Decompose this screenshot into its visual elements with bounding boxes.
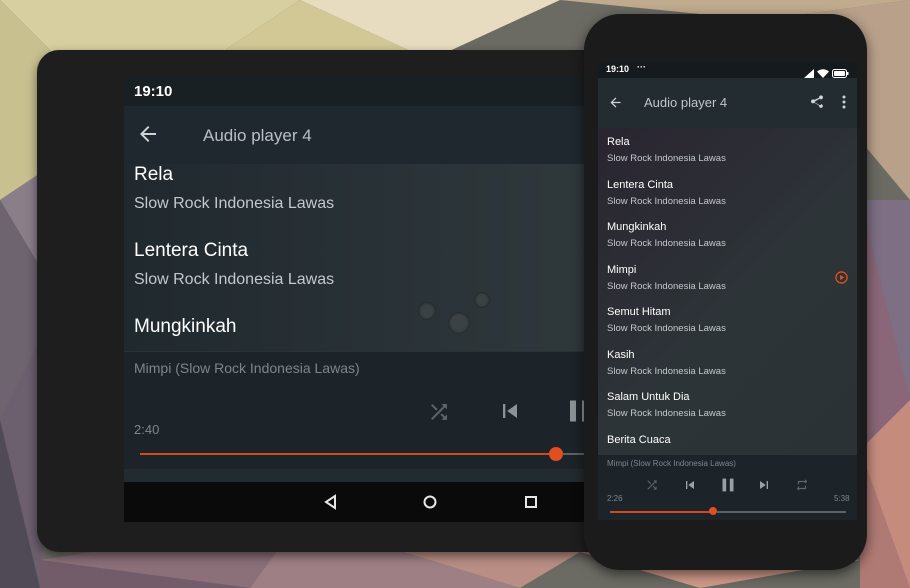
seek-bar-remaining[interactable] <box>717 511 846 513</box>
skip-previous-icon[interactable] <box>496 397 524 430</box>
elapsed-time: 2:26 <box>607 494 623 503</box>
song-artist: Slow Rock Indonesia Lawas <box>607 153 726 164</box>
phone-song-list[interactable]: Rela Slow Rock Indonesia Lawas Lentera C… <box>598 128 857 454</box>
phone-screen: 19:10 ··· Audio player 4 Rela Slow Rock … <box>598 62 857 520</box>
song-artist: Slow Rock Indonesia Lawas <box>134 195 335 212</box>
nav-home-icon[interactable] <box>421 493 439 516</box>
song-title: Semut Hitam <box>607 306 671 318</box>
tablet-navigation-bar <box>124 482 622 522</box>
pause-icon[interactable] <box>717 474 739 501</box>
skip-previous-icon[interactable] <box>682 477 698 498</box>
shuffle-icon[interactable] <box>427 400 451 429</box>
app-title: Audio player 4 <box>203 126 312 145</box>
now-playing: Mimpi (Slow Rock Indonesia Lawas) <box>134 360 360 376</box>
list-item[interactable]: Rela Slow Rock Indonesia Lawas <box>134 164 334 213</box>
arrow-back-icon[interactable] <box>136 122 160 151</box>
list-item[interactable]: Mimpi Slow Rock Indonesia Lawas <box>607 264 726 292</box>
app-title: Audio player 4 <box>644 95 728 110</box>
list-item[interactable]: Kasih Slow Rock Indonesia Lawas <box>607 349 726 377</box>
song-artist: Slow Rock Indonesia Lawas <box>607 408 726 419</box>
tablet-song-list[interactable]: Rela Slow Rock Indonesia Lawas Lentera C… <box>124 164 622 351</box>
list-item[interactable]: Rela Slow Rock Indonesia Lawas <box>607 136 726 164</box>
turntable-knob <box>448 312 470 334</box>
list-item[interactable]: Semut Hitam Slow Rock Indonesia Lawas <box>607 306 726 334</box>
song-title: Lentera Cinta <box>134 240 249 261</box>
list-item[interactable]: Berita Cuaca <box>607 434 671 446</box>
tablet-device: 19:10 Audio player 4 Rela Slow Rock Indo… <box>37 50 622 552</box>
repeat-icon[interactable] <box>795 478 809 497</box>
song-artist: Slow Rock Indonesia Lawas <box>607 238 726 249</box>
phone-device: 19:10 ··· Audio player 4 Rela Slow Rock … <box>584 14 867 570</box>
phone-app-bar: Audio player 4 <box>598 78 857 128</box>
turntable-knob <box>418 302 436 320</box>
tablet-screen: 19:10 Audio player 4 Rela Slow Rock Indo… <box>124 77 622 522</box>
share-icon[interactable] <box>809 94 825 115</box>
song-title: Salam Untuk Dia <box>607 391 690 403</box>
song-title: Rela <box>607 136 630 148</box>
list-item[interactable]: Mungkinkah Slow Rock Indonesia Lawas <box>607 221 726 249</box>
tablet-player-panel: Mimpi (Slow Rock Indonesia Lawas) 2:40 <box>124 351 622 470</box>
nav-back-icon[interactable] <box>322 493 340 516</box>
song-title: Mungkinkah <box>134 316 237 337</box>
tablet-app-bar: Audio player 4 <box>124 106 622 164</box>
phone-status-bar: 19:10 ··· <box>598 62 857 78</box>
seek-bar-progress[interactable] <box>140 453 560 455</box>
song-title: Berita Cuaca <box>607 434 671 446</box>
song-title: Kasih <box>607 349 635 361</box>
song-title: Mungkinkah <box>607 221 667 233</box>
arrow-back-icon[interactable] <box>608 95 623 115</box>
list-item[interactable]: Lentera Cinta Slow Rock Indonesia Lawas <box>134 240 334 289</box>
song-artist: Slow Rock Indonesia Lawas <box>607 366 726 377</box>
list-item[interactable]: Lentera Cinta Slow Rock Indonesia Lawas <box>607 179 726 207</box>
total-time: 5:38 <box>834 494 850 503</box>
skip-next-icon[interactable] <box>756 477 772 498</box>
song-title: Lentera Cinta <box>607 179 674 191</box>
status-time: 19:10 <box>134 83 173 100</box>
tablet-bottom-strip <box>124 469 622 482</box>
play-circle-icon[interactable] <box>835 271 848 289</box>
song-artist: Slow Rock Indonesia Lawas <box>607 196 726 207</box>
song-title: Mimpi <box>607 264 637 276</box>
list-item[interactable]: Mungkinkah <box>134 316 236 338</box>
song-artist: Slow Rock Indonesia Lawas <box>607 281 726 292</box>
status-time: 19:10 <box>606 64 630 74</box>
seek-bar-thumb[interactable] <box>549 447 563 461</box>
shuffle-icon[interactable] <box>645 478 659 497</box>
seek-bar-thumb[interactable] <box>709 507 717 515</box>
status-notification-dots: ··· <box>637 62 646 72</box>
nav-recents-icon[interactable] <box>522 493 540 516</box>
song-title: Rela <box>134 164 174 185</box>
song-artist: Slow Rock Indonesia Lawas <box>134 271 335 288</box>
more-vert-icon[interactable] <box>841 94 847 115</box>
phone-player-panel: Mimpi (Slow Rock Indonesia Lawas) 2:26 5… <box>598 454 857 520</box>
now-playing: Mimpi (Slow Rock Indonesia Lawas) <box>607 459 736 468</box>
seek-bar-progress[interactable] <box>610 511 713 513</box>
song-artist: Slow Rock Indonesia Lawas <box>607 323 726 334</box>
tablet-status-bar: 19:10 <box>124 77 622 106</box>
turntable-knob <box>474 292 490 308</box>
list-item[interactable]: Salam Untuk Dia Slow Rock Indonesia Lawa… <box>607 391 726 419</box>
elapsed-time: 2:40 <box>134 422 160 437</box>
